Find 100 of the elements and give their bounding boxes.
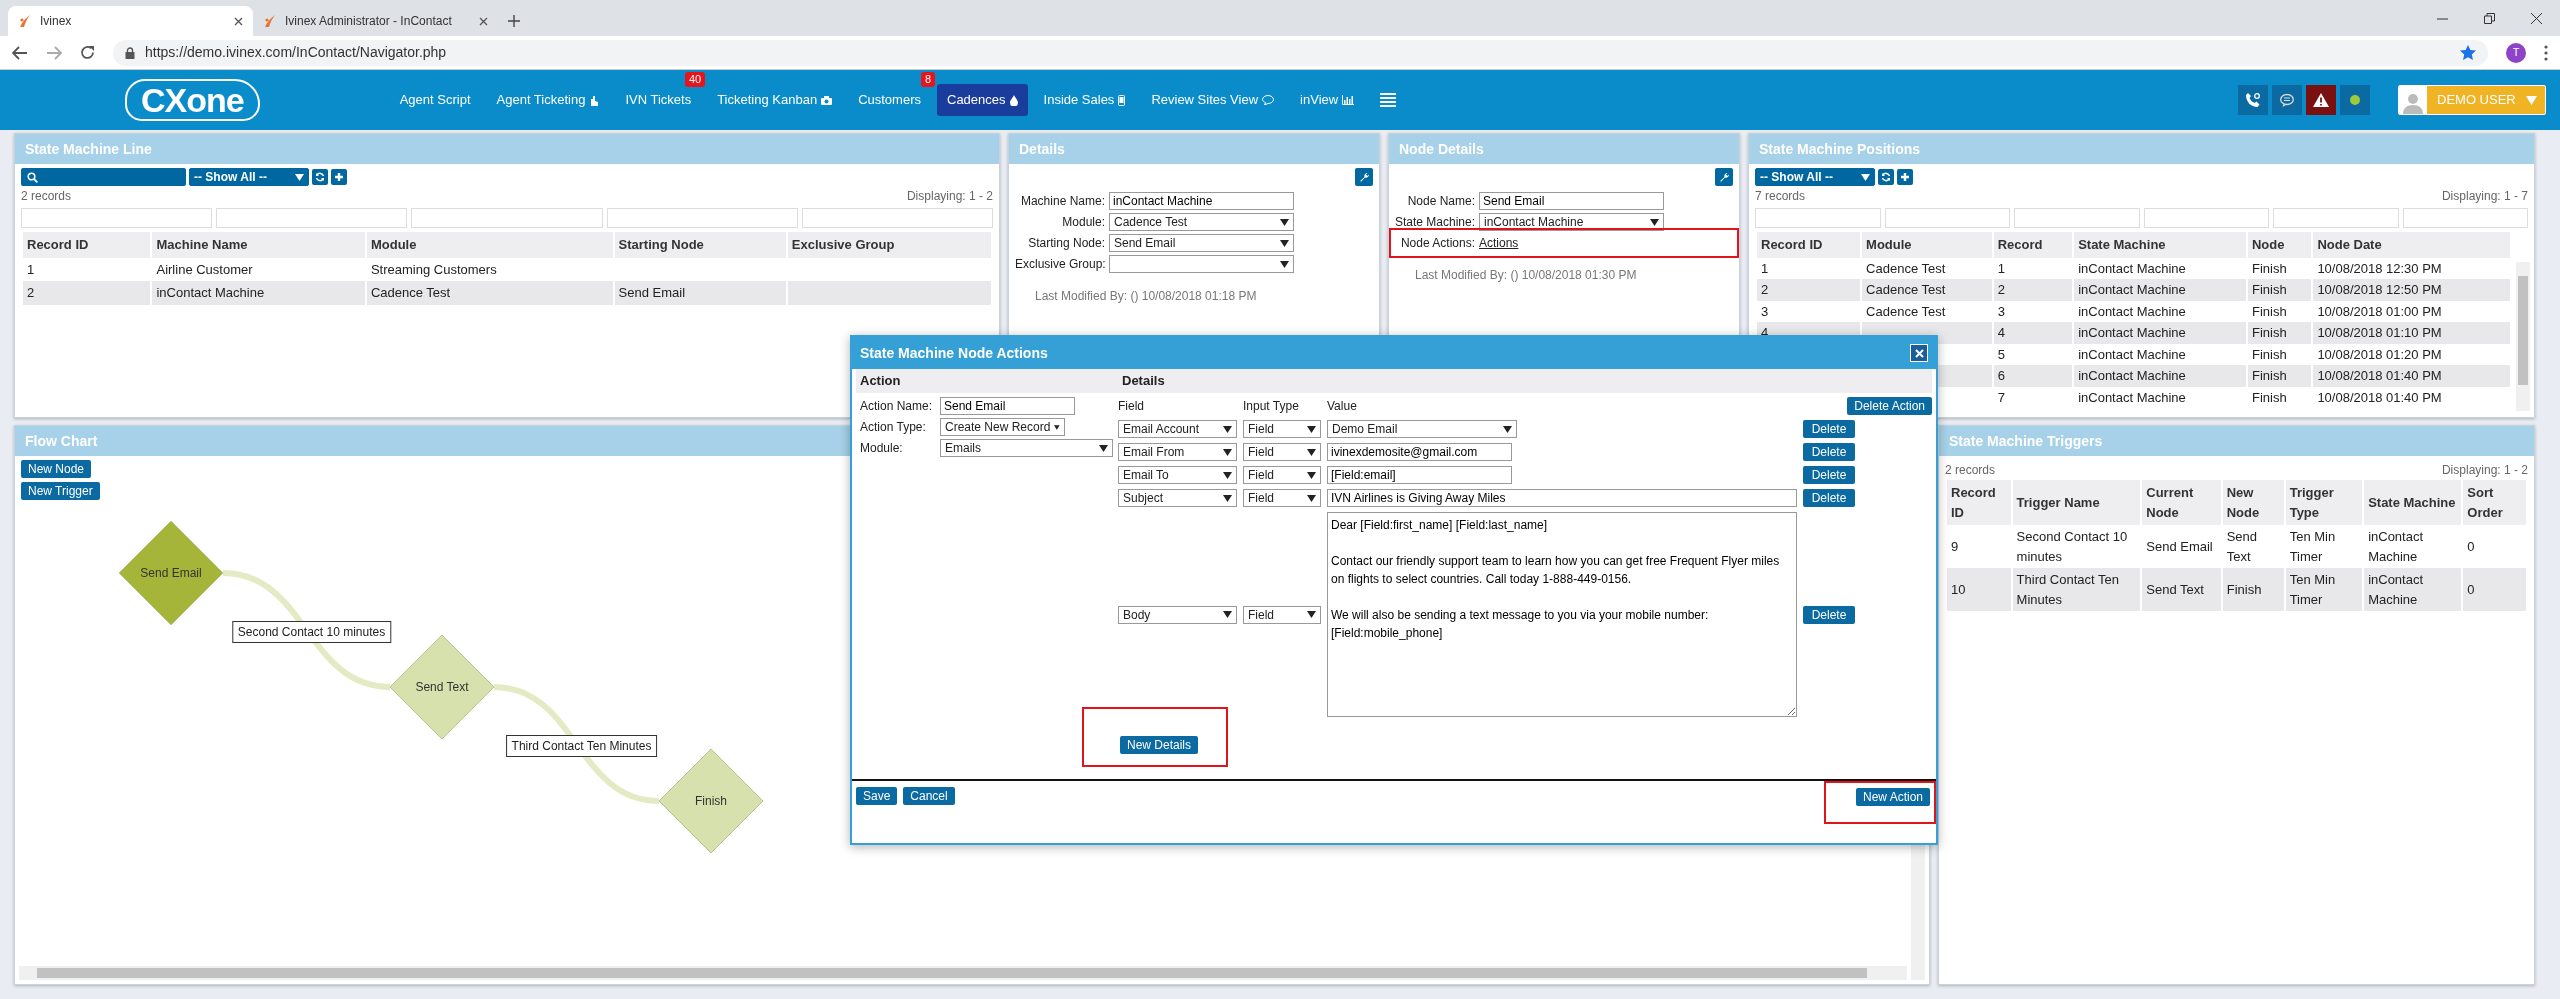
table-cell: Send Email	[614, 281, 786, 305]
table-cell: Finish	[2247, 279, 2312, 301]
column-header: Starting Node	[614, 232, 786, 258]
save-button[interactable]: Save	[856, 786, 898, 805]
input-field[interactable]: Send Email	[940, 397, 1075, 415]
browser-tab[interactable]: Ivinex Administrator - InContact	[253, 6, 498, 36]
input-field[interactable]: inContact Machine	[1109, 192, 1294, 210]
table-cell-text: 1	[1996, 259, 2006, 278]
nav-link[interactable]: Agent Ticketing	[486, 84, 610, 116]
dropdown[interactable]: -- Show All --	[189, 168, 309, 186]
table-cell-text: 10/08/2018 01:20 PM	[2316, 345, 2443, 364]
nav-link[interactable]: Review Sites View	[1141, 84, 1285, 116]
table-cell-text: inContact Machine	[2077, 345, 2187, 364]
delete-button[interactable]: Delete	[1803, 443, 1855, 461]
table-cell: 2	[1993, 279, 2073, 301]
dialog-title: State Machine Node Actions	[860, 343, 1048, 363]
flow-node[interactable]: Finish	[658, 748, 764, 854]
table-cell-text: Airline Customer	[155, 260, 254, 279]
field-label: Node Actions:	[1399, 235, 1475, 252]
nav-link[interactable]: inView	[1290, 84, 1365, 116]
field-label: Machine Name:	[1019, 193, 1105, 210]
column-header: Node	[2247, 232, 2312, 258]
table-cell: Finish	[2247, 322, 2312, 344]
dropdown[interactable]: Email To	[1118, 466, 1237, 484]
table-cell: 10/08/2018 01:40 PM	[2313, 365, 2510, 387]
body-text-area[interactable]: Dear [Field:first_name] [Field:last_name] Contact our friendly support team to learn how you can get free Frequent Flyer miles on flights to select countries. Call today 1-888-449-0156. We will also be sending a text message to you via your mobile number: [Field:mobile_phone]	[1327, 512, 1797, 717]
table-cell-text: 3	[1760, 302, 1770, 321]
table-cell: 10/08/2018 01:10 PM	[2313, 322, 2510, 344]
column-header: Module	[366, 232, 613, 258]
record-count: 7 records	[1755, 188, 1806, 205]
nav-link[interactable]: Ticketing Kanban	[707, 84, 843, 116]
column-header: Current Node	[2142, 480, 2221, 525]
input-field[interactable]: IVN Airlines is Giving Away Miles	[1327, 489, 1797, 507]
table-cell-text: 0	[2466, 537, 2476, 556]
new-details-button[interactable]: New Details	[1120, 736, 1199, 754]
dropdown[interactable]: Field	[1243, 605, 1321, 624]
dropdown[interactable]: Field	[1243, 443, 1321, 461]
input-field[interactable]: Send Email	[1479, 192, 1664, 210]
column-header: Module	[1862, 232, 1992, 258]
flow-button[interactable]: New Trigger	[21, 482, 100, 500]
dropdown[interactable]: Create New Record	[940, 418, 1065, 436]
delete-button[interactable]: Delete	[1803, 466, 1855, 484]
delete-button[interactable]: Delete	[1803, 489, 1855, 507]
column-header: Trigger Name	[2012, 480, 2141, 525]
flow-node[interactable]: Send Email	[118, 520, 224, 626]
flow-node[interactable]: Send Text	[389, 634, 495, 740]
input-field[interactable]: [Field:email]	[1327, 466, 1512, 484]
nav-link[interactable]: Cadences	[937, 84, 1028, 116]
column-header: New Node	[2222, 480, 2284, 525]
table-cell-text: Ten Min Timer	[2288, 528, 2337, 566]
dropdown[interactable]: -- Show All --	[1755, 168, 1875, 186]
delete-button[interactable]: Delete	[1803, 605, 1855, 624]
dropdown[interactable]: Field	[1243, 489, 1321, 507]
actions-link[interactable]: Actions	[1479, 234, 1519, 252]
cancel-button[interactable]: Cancel	[903, 786, 955, 805]
last-modified-text: Last Modified By: () 10/08/2018 01:30 PM	[1415, 267, 1638, 284]
table-cell-text: 10/08/2018 12:30 PM	[2316, 259, 2443, 278]
column-header: Exclusive Group	[787, 232, 991, 258]
table-cell-text: 3	[1996, 302, 2006, 321]
input-field[interactable]: ivinexdemosite@gmail.com	[1327, 443, 1512, 461]
column-header: Node Date	[2313, 232, 2510, 258]
table-cell-text: Second Contact 10 minutes	[2015, 528, 2129, 566]
delete-button[interactable]: Delete	[1803, 420, 1855, 438]
column-header: State Machine	[2074, 232, 2246, 258]
dropdown[interactable]: Field	[1243, 466, 1321, 484]
table-cell-text: Finish	[2250, 302, 2288, 321]
table-cell-text: inContact Machine	[2077, 388, 2187, 407]
section-header: Details	[1118, 369, 1932, 393]
table-cell-text: Send Text	[2225, 528, 2259, 566]
address-bar[interactable]: https://demo.ivinex.com/InContact/Navigator.php	[113, 39, 2488, 66]
displaying-range: Displaying: 1 - 2	[2441, 462, 2528, 479]
new-action-button[interactable]: New Action	[1855, 787, 1930, 806]
table-cell: 0	[2463, 568, 2526, 611]
table-cell: Finish	[2247, 365, 2312, 387]
dropdown[interactable]: Cadence Test	[1109, 213, 1294, 231]
profile-avatar[interactable]: T	[2506, 42, 2526, 63]
logo: CXone	[125, 79, 260, 121]
column-header: State Machine	[2364, 480, 2462, 525]
delete-action-button[interactable]: Delete Action	[1847, 397, 1932, 415]
dropdown[interactable]: Subject	[1118, 489, 1237, 507]
table-cell: Cadence Test	[1862, 279, 1992, 301]
table-cell: Ten Min Timer	[2285, 568, 2363, 611]
dropdown[interactable]: Email Account	[1118, 420, 1237, 438]
nav-link[interactable]: Agent Script	[389, 84, 481, 116]
dropdown[interactable]: Body	[1118, 605, 1237, 624]
dropdown[interactable]: Email From	[1118, 443, 1237, 461]
dropdown[interactable]: Field	[1243, 420, 1321, 438]
dropdown[interactable]: Send Email	[1109, 234, 1294, 252]
table-cell: inContact Machine	[2074, 365, 2246, 387]
table-cell-text: 1	[1760, 259, 1770, 278]
panel-title: Details	[1009, 134, 1379, 164]
field-label: Exclusive Group:	[1015, 256, 1105, 273]
browser-tab[interactable]: Ivinex	[8, 6, 253, 36]
nav-link[interactable]: Inside Sales	[1033, 84, 1136, 116]
dropdown[interactable]: Demo Email	[1327, 420, 1517, 438]
table-cell-text: Cadence Test	[1865, 259, 1947, 278]
dropdown[interactable]: Emails	[940, 439, 1113, 457]
table-cell: Send Text	[2142, 568, 2221, 611]
table-cell: inContact Machine	[2074, 279, 2246, 301]
flow-button[interactable]: New Node	[21, 460, 92, 478]
